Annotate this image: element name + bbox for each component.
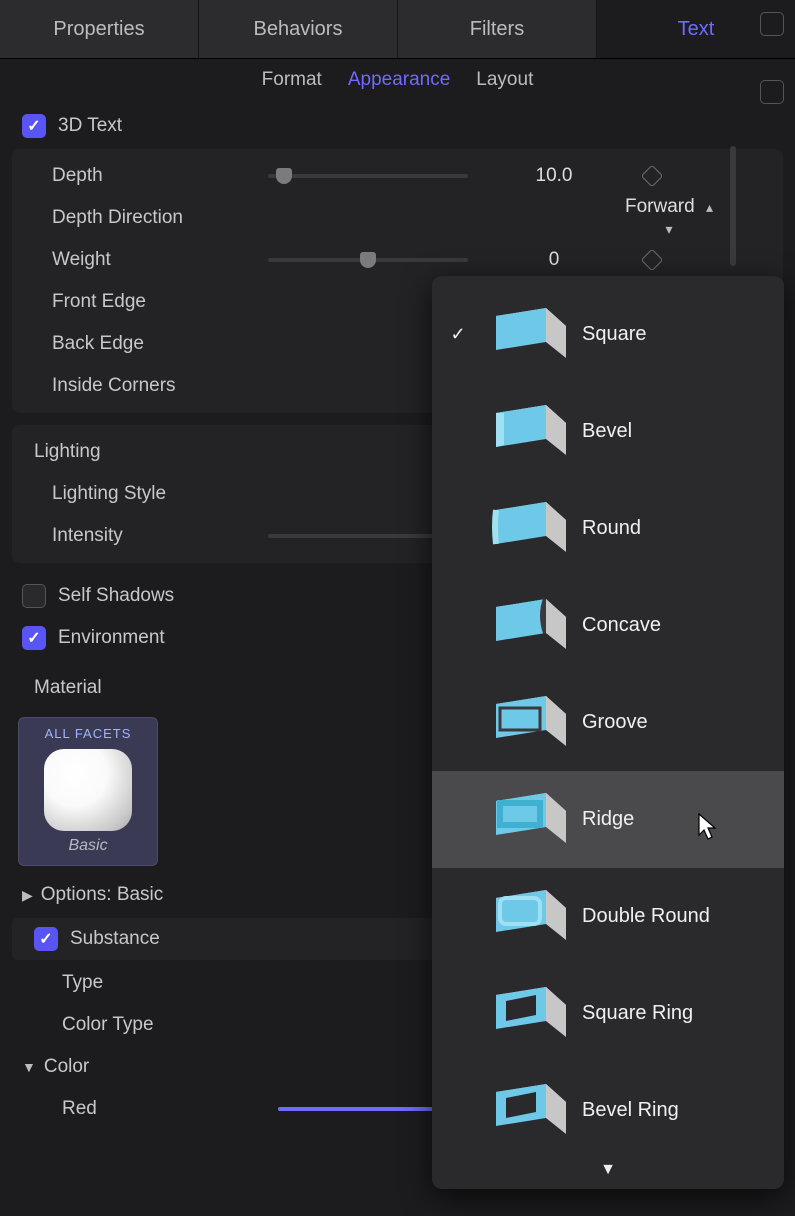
inspector-tabs: Properties Behaviors Filters Text [0, 0, 795, 59]
edge-shape-icon [474, 298, 574, 372]
right-checkbox-1[interactable] [760, 12, 784, 36]
label-3d-text: 3D Text [58, 115, 122, 137]
edge-shape-icon [474, 977, 574, 1051]
edge-option-bevel-ring[interactable]: Bevel Ring [432, 1062, 784, 1159]
tab-filters[interactable]: Filters [398, 0, 597, 58]
edge-shape-icon [474, 395, 574, 469]
material-name: Basic [23, 837, 153, 855]
subtab-layout[interactable]: Layout [476, 69, 533, 91]
checkbox-3d-text[interactable] [22, 114, 46, 138]
edge-option-label: Double Round [582, 905, 710, 928]
label-options-basic: Options: Basic [41, 884, 164, 906]
material-swatch [44, 749, 132, 831]
facets-title: ALL FACETS [23, 726, 153, 741]
label-color-type: Color Type [10, 1014, 262, 1036]
label-inside-corners: Inside Corners [22, 375, 252, 397]
edge-option-label: Concave [582, 614, 661, 637]
edge-shape-icon [474, 1074, 574, 1148]
edge-shape-icon [474, 783, 574, 857]
row-3d-text: 3D Text [0, 105, 795, 147]
edge-option-bevel[interactable]: Bevel [432, 383, 784, 480]
label-back-edge: Back Edge [22, 333, 252, 355]
edge-option-label: Groove [582, 711, 648, 734]
edge-shape-icon [474, 686, 574, 760]
label-depth: Depth [22, 165, 252, 187]
row-depth-direction: Depth Direction Forward ▴▾ [12, 197, 783, 239]
edge-shape-icon [474, 589, 574, 663]
keyframe-weight[interactable] [641, 249, 664, 272]
edge-option-label: Bevel [582, 420, 632, 443]
subtab-appearance[interactable]: Appearance [348, 69, 450, 91]
material-facets[interactable]: ALL FACETS Basic [18, 717, 158, 866]
label-color: Color [44, 1056, 89, 1078]
label-red: Red [10, 1098, 262, 1120]
label-type: Type [10, 972, 262, 994]
edge-option-label: Square [582, 323, 647, 346]
value-depth-direction[interactable]: Forward ▴▾ [599, 196, 739, 240]
label-depth-direction: Depth Direction [22, 207, 252, 229]
edge-option-square[interactable]: ✓ Square [432, 286, 784, 383]
right-option-boxes [760, 12, 784, 104]
subtab-format[interactable]: Format [262, 69, 322, 91]
label-substance: Substance [70, 928, 160, 950]
disclosure-closed-icon: ▶ [22, 887, 33, 904]
slider-depth[interactable] [268, 174, 468, 178]
edge-option-label: Ridge [582, 808, 634, 831]
label-weight: Weight [22, 249, 252, 271]
right-checkbox-2[interactable] [760, 80, 784, 104]
edge-option-round[interactable]: Round [432, 480, 784, 577]
edge-option-groove[interactable]: Groove [432, 674, 784, 771]
edge-option-double-round[interactable]: Double Round [432, 868, 784, 965]
row-depth: Depth 10.0 [12, 155, 783, 197]
edge-style-menu: ✓ Square Bevel Round Concave Groove Ridge Doubl… [432, 276, 784, 1189]
edge-option-square-ring[interactable]: Square Ring [432, 965, 784, 1062]
edge-option-ridge[interactable]: Ridge [432, 771, 784, 868]
check-icon: ✓ [446, 324, 470, 345]
label-lighting-style: Lighting Style [22, 483, 252, 505]
edge-option-concave[interactable]: Concave [432, 577, 784, 674]
slider-weight[interactable] [268, 258, 468, 262]
checkbox-substance[interactable] [34, 927, 58, 951]
tab-behaviors[interactable]: Behaviors [199, 0, 398, 58]
checkbox-self-shadows[interactable] [22, 584, 46, 608]
label-front-edge: Front Edge [22, 291, 252, 313]
checkbox-environment[interactable] [22, 626, 46, 650]
edge-option-label: Bevel Ring [582, 1099, 679, 1122]
scrollbar[interactable] [730, 146, 736, 266]
label-self-shadows: Self Shadows [58, 585, 174, 607]
keyframe-depth[interactable] [641, 165, 664, 188]
row-weight: Weight 0 [12, 239, 783, 281]
value-depth[interactable]: 10.0 [484, 165, 624, 187]
label-environment: Environment [58, 627, 165, 649]
tab-properties[interactable]: Properties [0, 0, 199, 58]
text-subtabs: Format Appearance Layout [0, 59, 795, 105]
edge-shape-icon [474, 880, 574, 954]
edge-option-label: Square Ring [582, 1002, 693, 1025]
label-intensity: Intensity [22, 525, 252, 547]
edge-shape-icon [474, 492, 574, 566]
disclosure-open-icon: ▼ [22, 1059, 36, 1075]
edge-option-label: Round [582, 517, 641, 540]
menu-more-icon[interactable]: ▼ [432, 1159, 784, 1187]
value-weight[interactable]: 0 [484, 249, 624, 271]
